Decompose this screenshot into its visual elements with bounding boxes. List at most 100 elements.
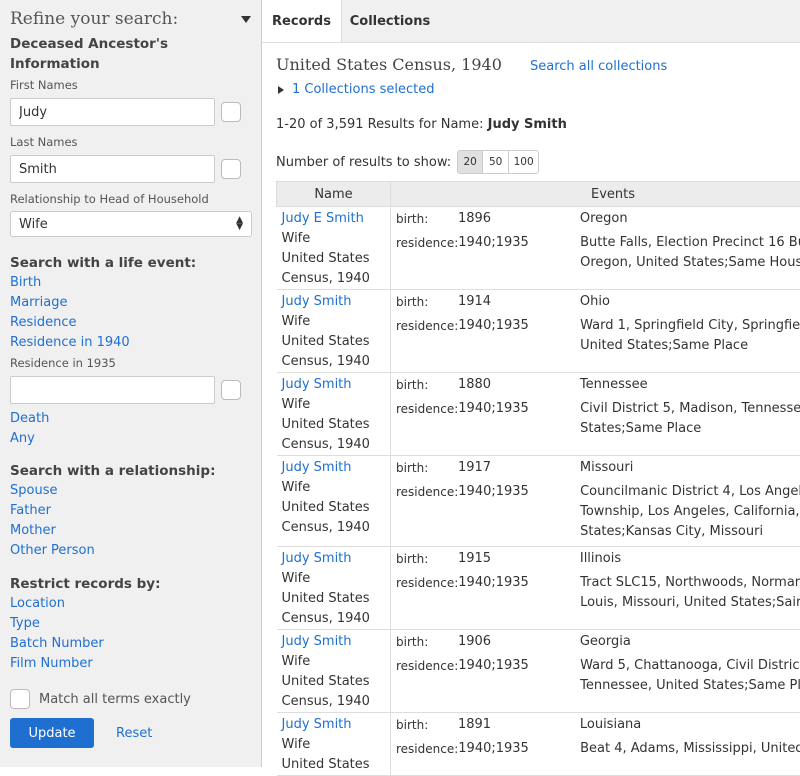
residence-event: residence: 1940;1935 Civil District 5, M… bbox=[391, 399, 800, 439]
birth-event: birth: 1906 Georgia bbox=[391, 632, 800, 652]
page-size-50[interactable]: 50 bbox=[483, 150, 509, 174]
residence-year: 1940;1935 bbox=[458, 573, 580, 613]
events-cell: birth: 1914 Ohio residence: 1940;1935 Wa… bbox=[391, 290, 800, 373]
name-cell: Judy Smith Wife United States Census, 19… bbox=[277, 290, 391, 373]
collections-selected-link[interactable]: 1 Collections selected bbox=[292, 82, 435, 97]
collection-text-2: Census, 1940 bbox=[282, 611, 370, 626]
residence-label: residence: bbox=[391, 482, 458, 542]
events-cell: birth: 1915 Illinois residence: 1940;193… bbox=[391, 547, 800, 630]
first-names-exact-checkbox[interactable] bbox=[221, 102, 241, 122]
collection-text-1: United States bbox=[282, 674, 370, 689]
table-row: Judy Smith Wife United States Census, 19… bbox=[277, 456, 800, 547]
life-event-marriage-link[interactable]: Marriage bbox=[0, 293, 261, 313]
birth-place: Missouri bbox=[580, 458, 800, 478]
results-prefix: 1-20 of 3,591 Results for Name: bbox=[276, 117, 483, 132]
residence-1935-input[interactable] bbox=[10, 376, 215, 404]
num-results-label: Number of results to show: bbox=[276, 155, 451, 170]
restrict-location-link[interactable]: Location bbox=[0, 594, 261, 614]
residence-place-line: Township, Los Angeles, California, bbox=[580, 502, 800, 522]
life-event-residence-link[interactable]: Residence bbox=[0, 313, 261, 333]
record-name-link[interactable]: Judy Smith bbox=[282, 294, 352, 309]
relation-text: Wife bbox=[282, 571, 311, 586]
search-all-collections-link[interactable]: Search all collections bbox=[530, 59, 667, 74]
last-names-exact-checkbox[interactable] bbox=[221, 159, 241, 179]
life-event-birth-link[interactable]: Birth bbox=[0, 273, 261, 293]
relation-text: Wife bbox=[282, 231, 311, 246]
birth-label: birth: bbox=[391, 549, 458, 569]
residence-label: residence: bbox=[391, 656, 458, 696]
life-event-any-link[interactable]: Any bbox=[0, 429, 261, 449]
name-cell: Judy Smith Wife United States bbox=[277, 713, 391, 776]
record-name-link[interactable]: Judy E Smith bbox=[282, 211, 364, 226]
first-names-input[interactable] bbox=[10, 98, 215, 126]
residence-event: residence: 1940;1935 Ward 1, Springfield… bbox=[391, 316, 800, 356]
refine-header[interactable]: Refine your search: bbox=[0, 0, 261, 30]
reset-link[interactable]: Reset bbox=[116, 726, 152, 741]
life-event-death-link[interactable]: Death bbox=[0, 409, 261, 429]
residence-year: 1940;1935 bbox=[458, 316, 580, 356]
collection-title: United States Census, 1940 bbox=[276, 55, 502, 74]
residence-label: residence: bbox=[391, 316, 458, 356]
tab-records[interactable]: Records bbox=[262, 0, 342, 42]
relation-text: Wife bbox=[282, 480, 311, 495]
collections-selected-toggle[interactable]: 1 Collections selected bbox=[278, 82, 435, 97]
residence-place-line: States;Same Place bbox=[580, 419, 800, 439]
relationship-select[interactable]: Wife ▲▼ bbox=[10, 211, 252, 237]
last-names-input[interactable] bbox=[10, 155, 215, 183]
record-name-link[interactable]: Judy Smith bbox=[282, 551, 352, 566]
residence-label: residence: bbox=[391, 399, 458, 439]
ancestor-title-line1: Deceased Ancestor's bbox=[10, 34, 251, 54]
residence-place-line: Beat 4, Adams, Mississippi, United bbox=[580, 739, 800, 759]
residence-place: Beat 4, Adams, Mississippi, United bbox=[580, 739, 800, 759]
residence-year: 1940;1935 bbox=[458, 399, 580, 439]
events-cell: birth: 1906 Georgia residence: 1940;1935… bbox=[391, 630, 800, 713]
residence-place-line: Louis, Missouri, United States;Sair bbox=[580, 593, 800, 613]
results-table: Name Events Judy E Smith Wife United Sta… bbox=[276, 181, 800, 776]
page-size-100[interactable]: 100 bbox=[509, 150, 539, 174]
update-button[interactable]: Update bbox=[10, 718, 94, 748]
birth-year: 1917 bbox=[458, 458, 580, 478]
match-exact-checkbox[interactable] bbox=[10, 689, 30, 709]
events-cell: birth: 1896 Oregon residence: 1940;1935 … bbox=[391, 207, 800, 290]
relationship-select-value: Wife bbox=[19, 217, 48, 232]
relation-text: Wife bbox=[282, 737, 311, 752]
relationship-father-link[interactable]: Father bbox=[0, 501, 261, 521]
restrict-type-link[interactable]: Type bbox=[0, 614, 261, 634]
birth-label: birth: bbox=[391, 632, 458, 652]
table-row: Judy Smith Wife United States Census, 19… bbox=[277, 290, 800, 373]
relationship-mother-link[interactable]: Mother bbox=[0, 521, 261, 541]
record-name-link[interactable]: Judy Smith bbox=[282, 460, 352, 475]
relationship-other-link[interactable]: Other Person bbox=[0, 541, 261, 561]
record-name-link[interactable]: Judy Smith bbox=[282, 717, 352, 732]
residence-1935-label: Residence in 1935 bbox=[0, 353, 261, 373]
residence-place: Ward 5, Chattanooga, Civil DistricTennes… bbox=[580, 656, 800, 696]
table-row: Judy Smith Wife United States Census, 19… bbox=[277, 373, 800, 456]
name-cell: Judy Smith Wife United States Census, 19… bbox=[277, 547, 391, 630]
match-exact-label: Match all terms exactly bbox=[39, 692, 191, 707]
tab-collections[interactable]: Collections bbox=[342, 0, 438, 42]
match-exact-row[interactable]: Match all terms exactly bbox=[0, 689, 261, 709]
name-cell: Judy Smith Wife United States Census, 19… bbox=[277, 630, 391, 713]
record-name-link[interactable]: Judy Smith bbox=[282, 634, 352, 649]
collection-text-1: United States bbox=[282, 757, 370, 772]
relation-text: Wife bbox=[282, 397, 311, 412]
table-row: Judy Smith Wife United States Census, 19… bbox=[277, 630, 800, 713]
chevron-down-icon[interactable] bbox=[241, 16, 251, 23]
tab-bar: Records Collections bbox=[262, 0, 800, 43]
residence-place-line: States;Kansas City, Missouri bbox=[580, 522, 800, 542]
residence-place-line: Ward 1, Springfield City, Springfie bbox=[580, 316, 800, 336]
restrict-batch-link[interactable]: Batch Number bbox=[0, 634, 261, 654]
residence-place-line: Butte Falls, Election Precinct 16 Bu bbox=[580, 233, 800, 253]
results-summary: 1-20 of 3,591 Results for Name: Judy Smi… bbox=[276, 117, 567, 132]
relationship-spouse-link[interactable]: Spouse bbox=[0, 481, 261, 501]
restrict-film-link[interactable]: Film Number bbox=[0, 654, 261, 674]
table-row: Judy Smith Wife United States birth: 189… bbox=[277, 713, 800, 776]
record-name-link[interactable]: Judy Smith bbox=[282, 377, 352, 392]
life-event-residence-1940-link[interactable]: Residence in 1940 bbox=[0, 333, 261, 353]
residence-1935-exact-checkbox[interactable] bbox=[221, 380, 241, 400]
residence-place: Butte Falls, Election Precinct 16 BuOreg… bbox=[580, 233, 800, 273]
page-size-20[interactable]: 20 bbox=[457, 150, 483, 174]
collection-text-2: Census, 1940 bbox=[282, 694, 370, 709]
birth-year: 1891 bbox=[458, 715, 580, 735]
residence-place-line: United States;Same Place bbox=[580, 336, 800, 356]
